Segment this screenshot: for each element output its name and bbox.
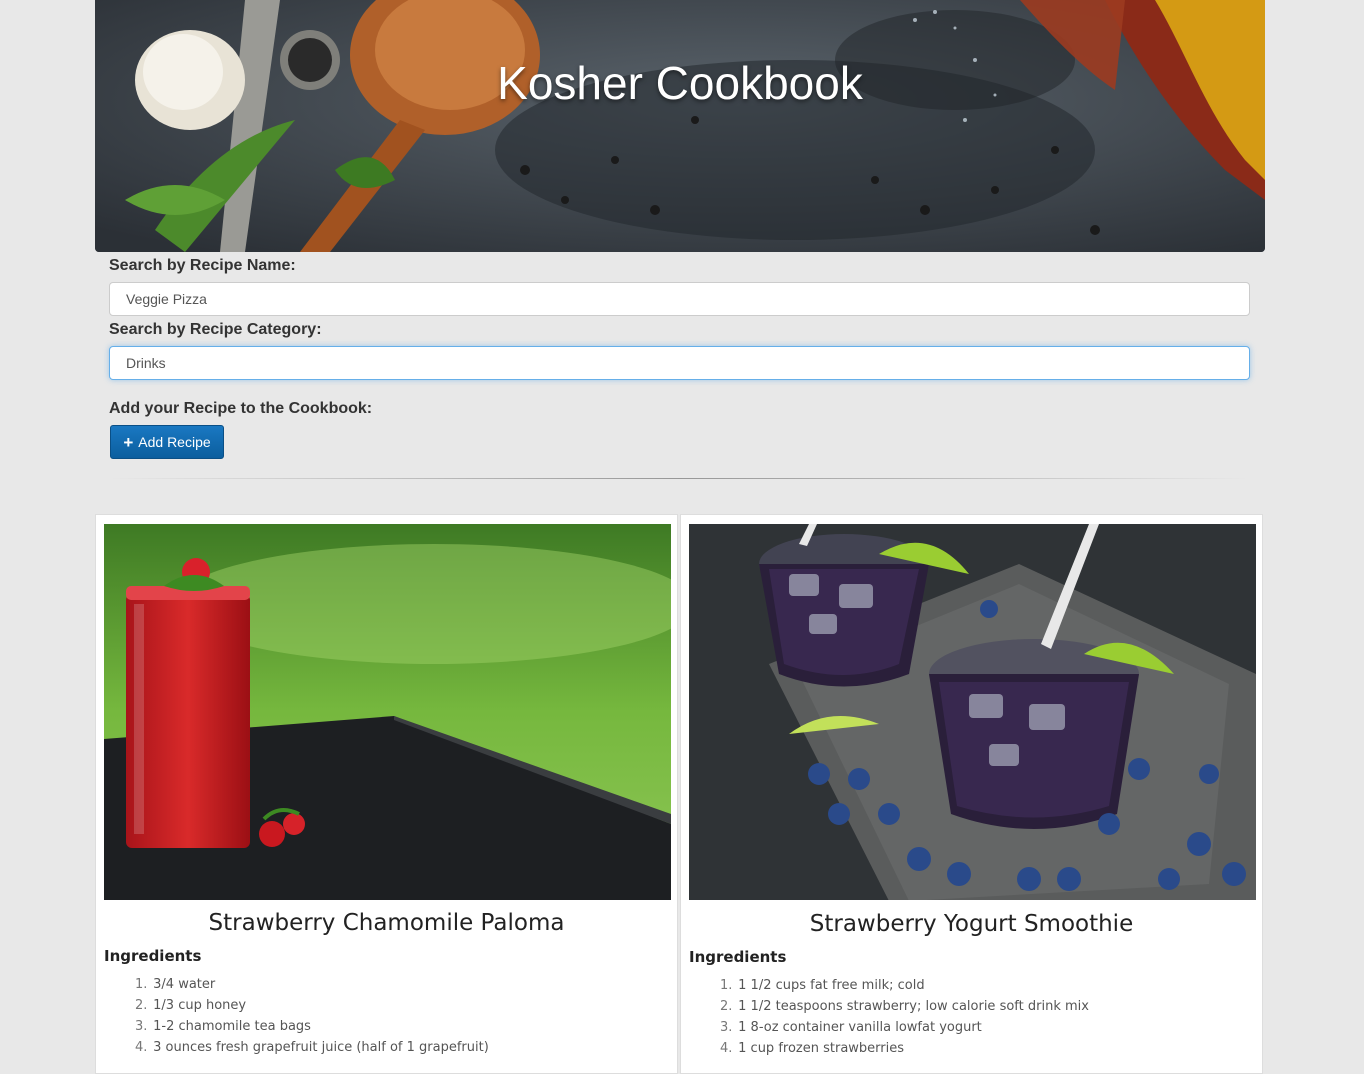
page-title: Kosher Cookbook <box>497 57 863 109</box>
page-container: Kosher Cookbook <box>95 0 1265 252</box>
ingredients-heading: Ingredients <box>689 948 787 966</box>
ingredient-item: 4. 3 ounces fresh grapefruit juice (half… <box>135 1040 489 1055</box>
add-recipe-button[interactable]: + Add Recipe <box>110 425 224 459</box>
add-recipe-button-label: Add Recipe <box>138 434 211 450</box>
ingredient-item: 3. 1-2 chamomile tea bags <box>135 1019 311 1034</box>
recipe-card[interactable]: Strawberry Yogurt Smoothie Ingredients 1… <box>680 514 1263 1074</box>
recipe-photo <box>104 524 671 900</box>
ingredient-item: 2. 1 1/2 teaspoons strawberry; low calor… <box>720 999 1089 1014</box>
banner-background-image <box>95 0 1265 252</box>
recipe-category-input[interactable]: Drinks <box>109 346 1250 380</box>
recipe-card[interactable]: Strawberry Chamomile Paloma Ingredients … <box>95 514 678 1074</box>
recipe-name-label: Search by Recipe Name: <box>109 257 296 274</box>
ingredient-item: 1. 3/4 water <box>135 977 216 992</box>
ingredient-item: 2. 1/3 cup honey <box>135 998 247 1013</box>
ingredients-heading: Ingredients <box>104 947 202 965</box>
ingredients-list: 1. 1 1/2 cups fat free milk; cold 2. 1 1… <box>720 975 1089 1059</box>
recipe-title[interactable]: Strawberry Chamomile Paloma <box>96 910 677 936</box>
recipe-name-input[interactable]: Veggie Pizza <box>109 282 1250 316</box>
ingredient-item: 3. 1 8-oz container vanilla lowfat yogur… <box>720 1020 982 1035</box>
recipe-photo <box>689 524 1256 900</box>
plus-icon: + <box>123 432 134 452</box>
ingredient-item: 1. 1 1/2 cups fat free milk; cold <box>720 978 925 993</box>
divider <box>109 478 1250 479</box>
recipe-category-label: Search by Recipe Category: <box>109 321 322 338</box>
recipe-cards: Strawberry Chamomile Paloma Ingredients … <box>95 514 1265 1074</box>
header-banner: Kosher Cookbook <box>95 0 1265 252</box>
ingredient-item: 4. 1 cup frozen strawberries <box>720 1041 905 1056</box>
add-recipe-label: Add your Recipe to the Cookbook: <box>109 400 373 417</box>
recipe-title[interactable]: Strawberry Yogurt Smoothie <box>681 911 1262 937</box>
ingredients-list: 1. 3/4 water 2. 1/3 cup honey 3. 1-2 cha… <box>135 974 489 1058</box>
